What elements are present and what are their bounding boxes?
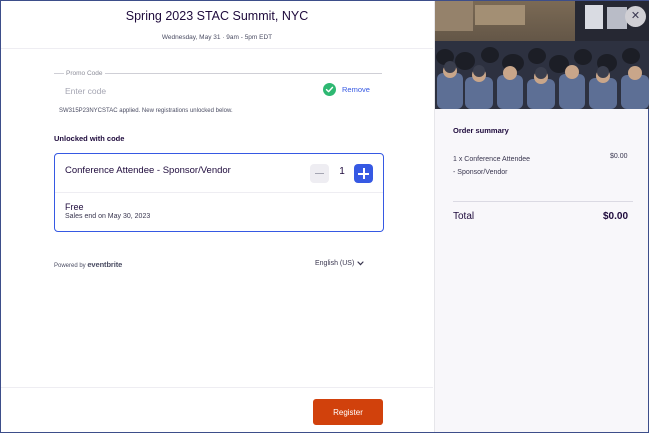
checkout-footer: Register (1, 387, 433, 432)
promo-applied-message: SW315P23NYCSTAC applied. New registratio… (59, 108, 233, 114)
event-header: Spring 2023 STAC Summit, NYC Wednesday, … (1, 1, 433, 49)
powered-by: Powered by eventbrite (54, 260, 122, 269)
ticket-price: Free (65, 202, 84, 212)
order-summary-panel: ✕ Order summary 1 x Conference Attendee … (434, 1, 649, 432)
chevron-down-icon (357, 261, 364, 266)
checkout-panel: Spring 2023 STAC Summit, NYC Wednesday, … (1, 1, 433, 432)
decrease-quantity-button[interactable] (310, 164, 329, 183)
check-circle-icon (323, 83, 336, 96)
unlocked-heading: Unlocked with code (54, 134, 125, 143)
ticket-header: Conference Attendee - Sponsor/Vendor 1 (55, 154, 383, 193)
close-icon: ✕ (630, 10, 641, 22)
language-selector[interactable]: English (US) (315, 260, 364, 267)
order-summary-title: Order summary (453, 126, 509, 135)
total-value: $0.00 (603, 211, 629, 222)
summary-item-price: $0.00 (610, 153, 628, 160)
language-label: English (US) (315, 260, 355, 267)
total-label: Total (453, 211, 475, 222)
minus-icon (315, 173, 324, 175)
ticket-sales-end: Sales end on May 30, 2023 (65, 213, 151, 220)
event-photo: ✕ (435, 1, 649, 109)
promo-code-label: Promo Code (64, 70, 105, 77)
remove-promo-link[interactable]: Remove (342, 85, 370, 94)
event-datetime: Wednesday, May 31 · 9am - 5pm EDT (161, 34, 273, 41)
summary-divider (453, 201, 633, 202)
ticket-card: Conference Attendee - Sponsor/Vendor 1 F… (54, 153, 384, 232)
promo-code-input[interactable] (65, 84, 305, 98)
promo-code-field: Promo Code Remove (54, 70, 382, 104)
summary-item-description: 1 x Conference Attendee - Sponsor/Vendor (453, 156, 531, 176)
register-button[interactable]: Register (313, 399, 383, 425)
eventbrite-logo: eventbrite (87, 260, 123, 269)
increase-quantity-button[interactable] (354, 164, 373, 183)
powered-by-text: Powered by (54, 263, 86, 269)
ticket-name: Conference Attendee - Sponsor/Vendor (65, 165, 231, 176)
ticket-quantity: 1 (339, 166, 345, 177)
close-button[interactable]: ✕ (625, 6, 646, 27)
event-title: Spring 2023 STAC Summit, NYC (125, 9, 309, 23)
